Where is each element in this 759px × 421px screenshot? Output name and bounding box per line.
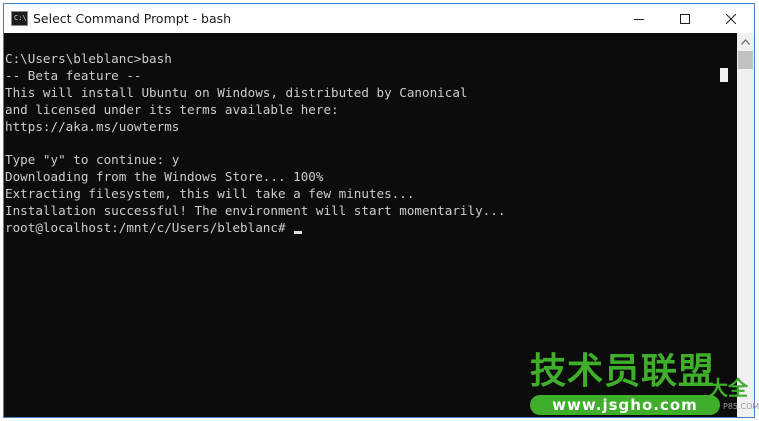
- watermark-url: www.jsgho.com: [530, 395, 720, 415]
- close-icon: [726, 13, 736, 24]
- scroll-thumb[interactable]: [738, 51, 753, 69]
- minimize-icon: [634, 18, 644, 20]
- watermark-small-text: P85.COM: [723, 402, 759, 411]
- window-controls: [616, 4, 754, 33]
- title-bar[interactable]: C:\ Select Command Prompt - bash: [4, 4, 754, 33]
- maximize-button[interactable]: [662, 4, 708, 33]
- text-cursor: [294, 231, 303, 235]
- maximize-icon: [680, 13, 690, 24]
- minimize-button[interactable]: [616, 4, 662, 33]
- command-prompt-icon[interactable]: C:\: [11, 11, 28, 26]
- close-button[interactable]: [708, 4, 754, 33]
- command-prompt-icon-label: C:\: [14, 14, 27, 22]
- window-title: Select Command Prompt - bash: [33, 11, 232, 26]
- console-text: C:\Users\bleblanc>bash -- Beta feature -…: [5, 51, 506, 236]
- chevron-up-icon: [741, 38, 750, 45]
- scroll-up-button[interactable]: [737, 33, 754, 50]
- watermark-title: 技术员联盟: [530, 351, 716, 392]
- site-watermark: 技术员联盟 大全 www.jsgho.com P85.COM: [530, 351, 759, 418]
- selection-cursor: [720, 68, 728, 82]
